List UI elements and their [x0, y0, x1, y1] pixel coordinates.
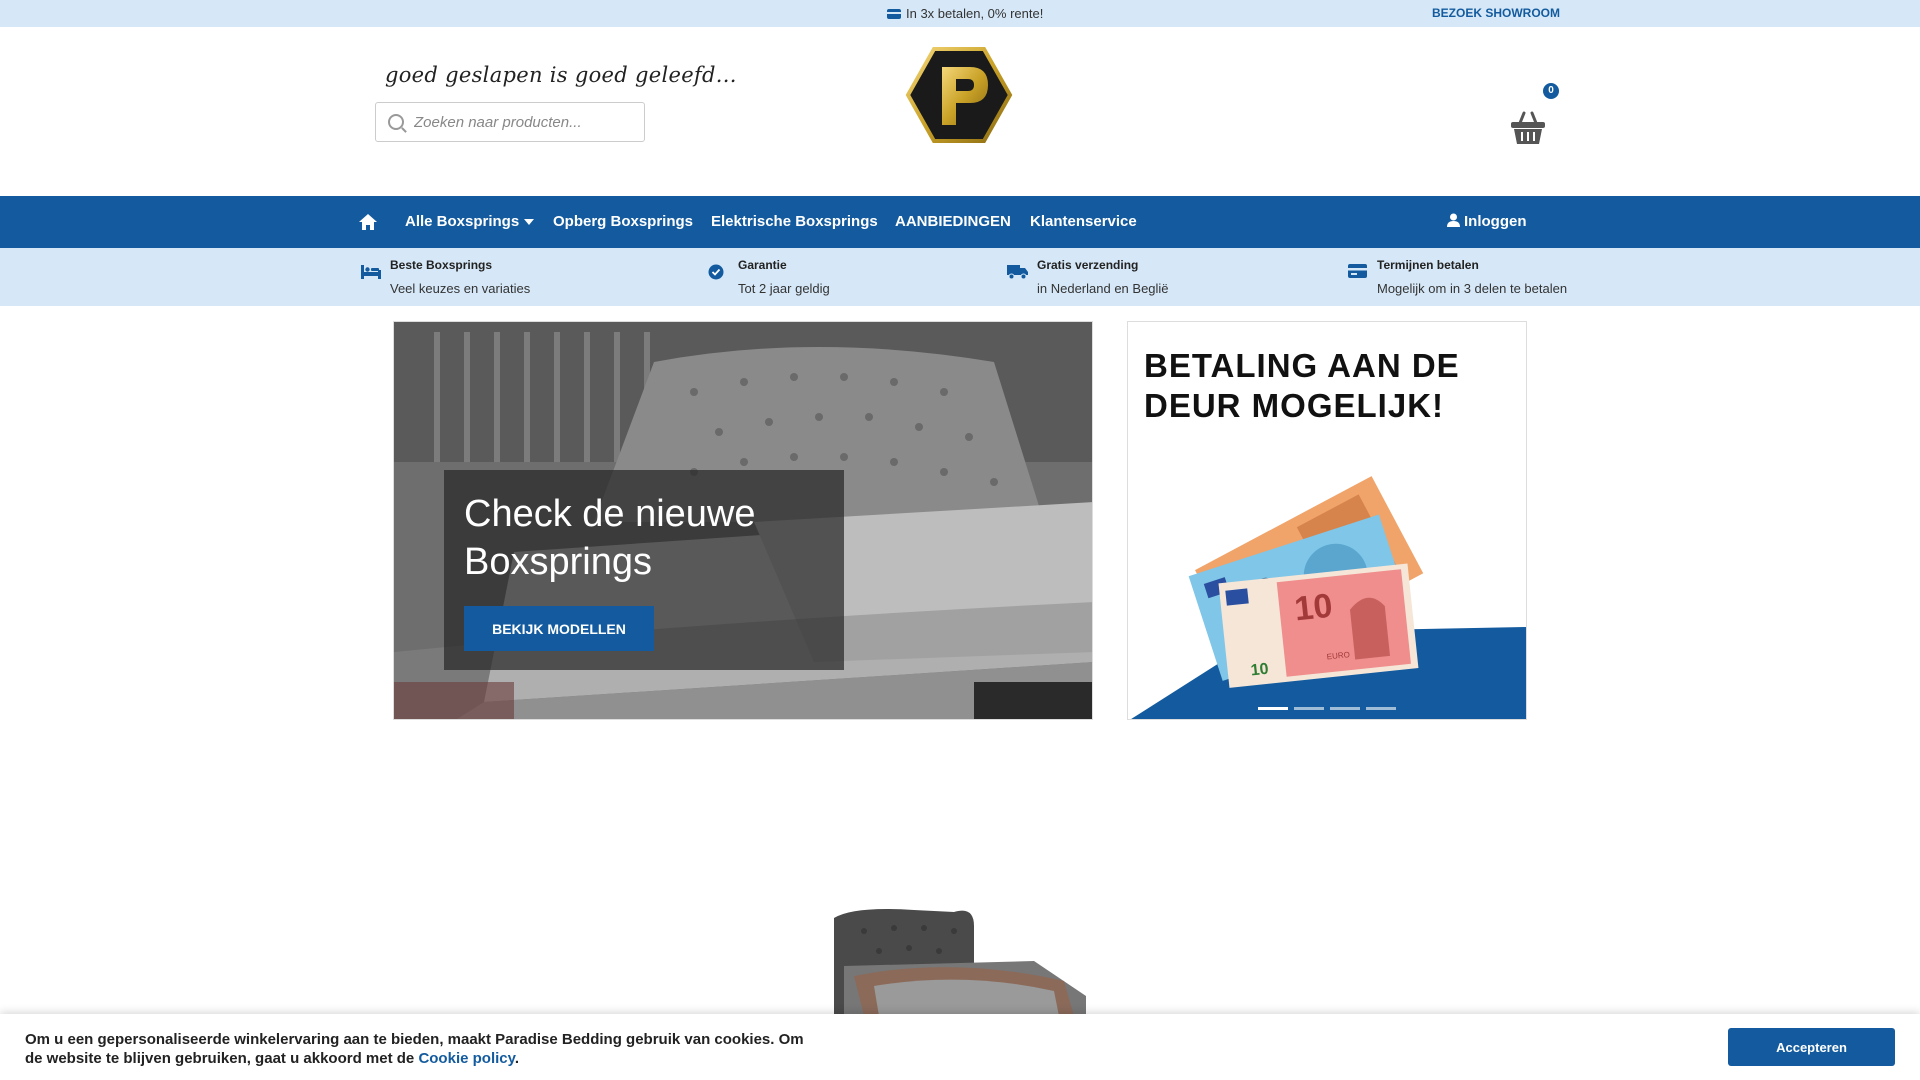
nav-item-elektrische-boxsprings[interactable]: Elektrische Boxsprings — [711, 213, 878, 230]
banknote-small-label: 10 — [1250, 661, 1270, 680]
nav-item-aanbiedingen[interactable]: AANBIEDINGEN — [895, 213, 1011, 230]
slider-dot[interactable] — [1258, 707, 1288, 710]
search-box[interactable] — [375, 102, 645, 142]
nav-item-label: Alle Boxsprings — [405, 213, 520, 230]
main-navigation: Alle Boxsprings Opberg Boxsprings Elektr… — [0, 196, 1920, 248]
usp-subtitle: in Nederland en Beglië — [1037, 281, 1169, 296]
nav-item-alle-boxsprings[interactable]: Alle Boxsprings — [405, 213, 535, 230]
login-label: Inloggen — [1464, 213, 1527, 230]
usp-title: Beste Boxsprings — [390, 258, 493, 272]
view-models-button[interactable]: BEKIJK MODELLEN — [464, 606, 654, 651]
bed-icon — [361, 265, 381, 279]
cookie-consent-bar: Om u een gepersonaliseerde winkelervarin… — [0, 1014, 1920, 1080]
hero-overlay: Check de nieuwe Boxsprings BEKIJK MODELL… — [444, 470, 844, 670]
nav-item-klantenservice[interactable]: Klantenservice — [1030, 213, 1137, 230]
tagline: goed geslapen is goed geleefd... — [385, 63, 737, 87]
usp-bar: Beste Boxsprings Veel keuzes en variatie… — [0, 248, 1920, 306]
pay-on-delivery-banner[interactable]: 50 20 10 10 EURO BETALING AAN DE DEUR MO… — [1127, 321, 1527, 720]
banknote-10-label: 10 — [1293, 587, 1335, 629]
usp-subtitle: Mogelijk om in 3 delen te betalen — [1377, 281, 1568, 296]
search-icon[interactable] — [388, 114, 404, 130]
cookie-message-end: . — [514, 1050, 520, 1067]
pay-on-delivery-headline: BETALING AAN DE DEUR MOGELIJK! — [1144, 346, 1460, 426]
cookie-message: Om u een gepersonaliseerde winkelervarin… — [25, 1030, 815, 1068]
cookie-message-text: Om u een gepersonaliseerde winkelervarin… — [25, 1031, 804, 1067]
nav-item-opberg-boxsprings[interactable]: Opberg Boxsprings — [553, 213, 693, 230]
chevron-down-icon — [524, 219, 535, 226]
logo[interactable] — [904, 45, 1014, 145]
top-bar: In 3x betalen, 0% rente! BEZOEK SHOWROOM — [0, 0, 1920, 27]
slider-dot[interactable] — [1294, 707, 1324, 710]
truck-icon — [1007, 265, 1028, 280]
usp-title: Termijnen betalen — [1377, 258, 1479, 272]
slider-dot[interactable] — [1366, 707, 1396, 710]
product-image-boxspring[interactable] — [834, 906, 1086, 1016]
usp-title: Gratis verzending — [1037, 258, 1139, 272]
user-icon — [1447, 213, 1460, 227]
headline-line-2: DEUR MOGELIJK! — [1144, 387, 1445, 424]
cart-count-badge: 0 — [1543, 83, 1559, 99]
cookie-policy-link[interactable]: Cookie policy — [418, 1050, 514, 1067]
hero-banner: Check de nieuwe Boxsprings BEKIJK MODELL… — [393, 321, 1093, 720]
hero-heading: Check de nieuwe Boxsprings — [464, 493, 756, 583]
login-link[interactable]: Inloggen — [1447, 213, 1527, 230]
usp-subtitle: Veel keuzes en variaties — [390, 281, 531, 296]
credit-card-icon — [1348, 264, 1367, 278]
slider-dots — [1258, 707, 1396, 710]
home-icon[interactable] — [358, 212, 378, 232]
installment-promo-text: In 3x betalen, 0% rente! — [906, 6, 1044, 21]
installment-promo: In 3x betalen, 0% rente! — [887, 6, 1043, 21]
slider-dot[interactable] — [1330, 707, 1360, 710]
basket-icon[interactable] — [1510, 111, 1546, 145]
visit-showroom-link[interactable]: BEZOEK SHOWROOM — [1432, 6, 1560, 20]
search-input[interactable] — [414, 113, 634, 131]
usp-subtitle: Tot 2 jaar geldig — [738, 281, 830, 296]
credit-card-icon — [887, 8, 901, 19]
check-badge-icon — [708, 264, 724, 280]
site-header: goed geslapen is goed geleefd... 0 — [0, 27, 1920, 196]
accept-cookies-button[interactable]: Accepteren — [1728, 1028, 1895, 1066]
headline-line-1: BETALING AAN DE — [1144, 347, 1460, 384]
usp-title: Garantie — [738, 258, 787, 272]
